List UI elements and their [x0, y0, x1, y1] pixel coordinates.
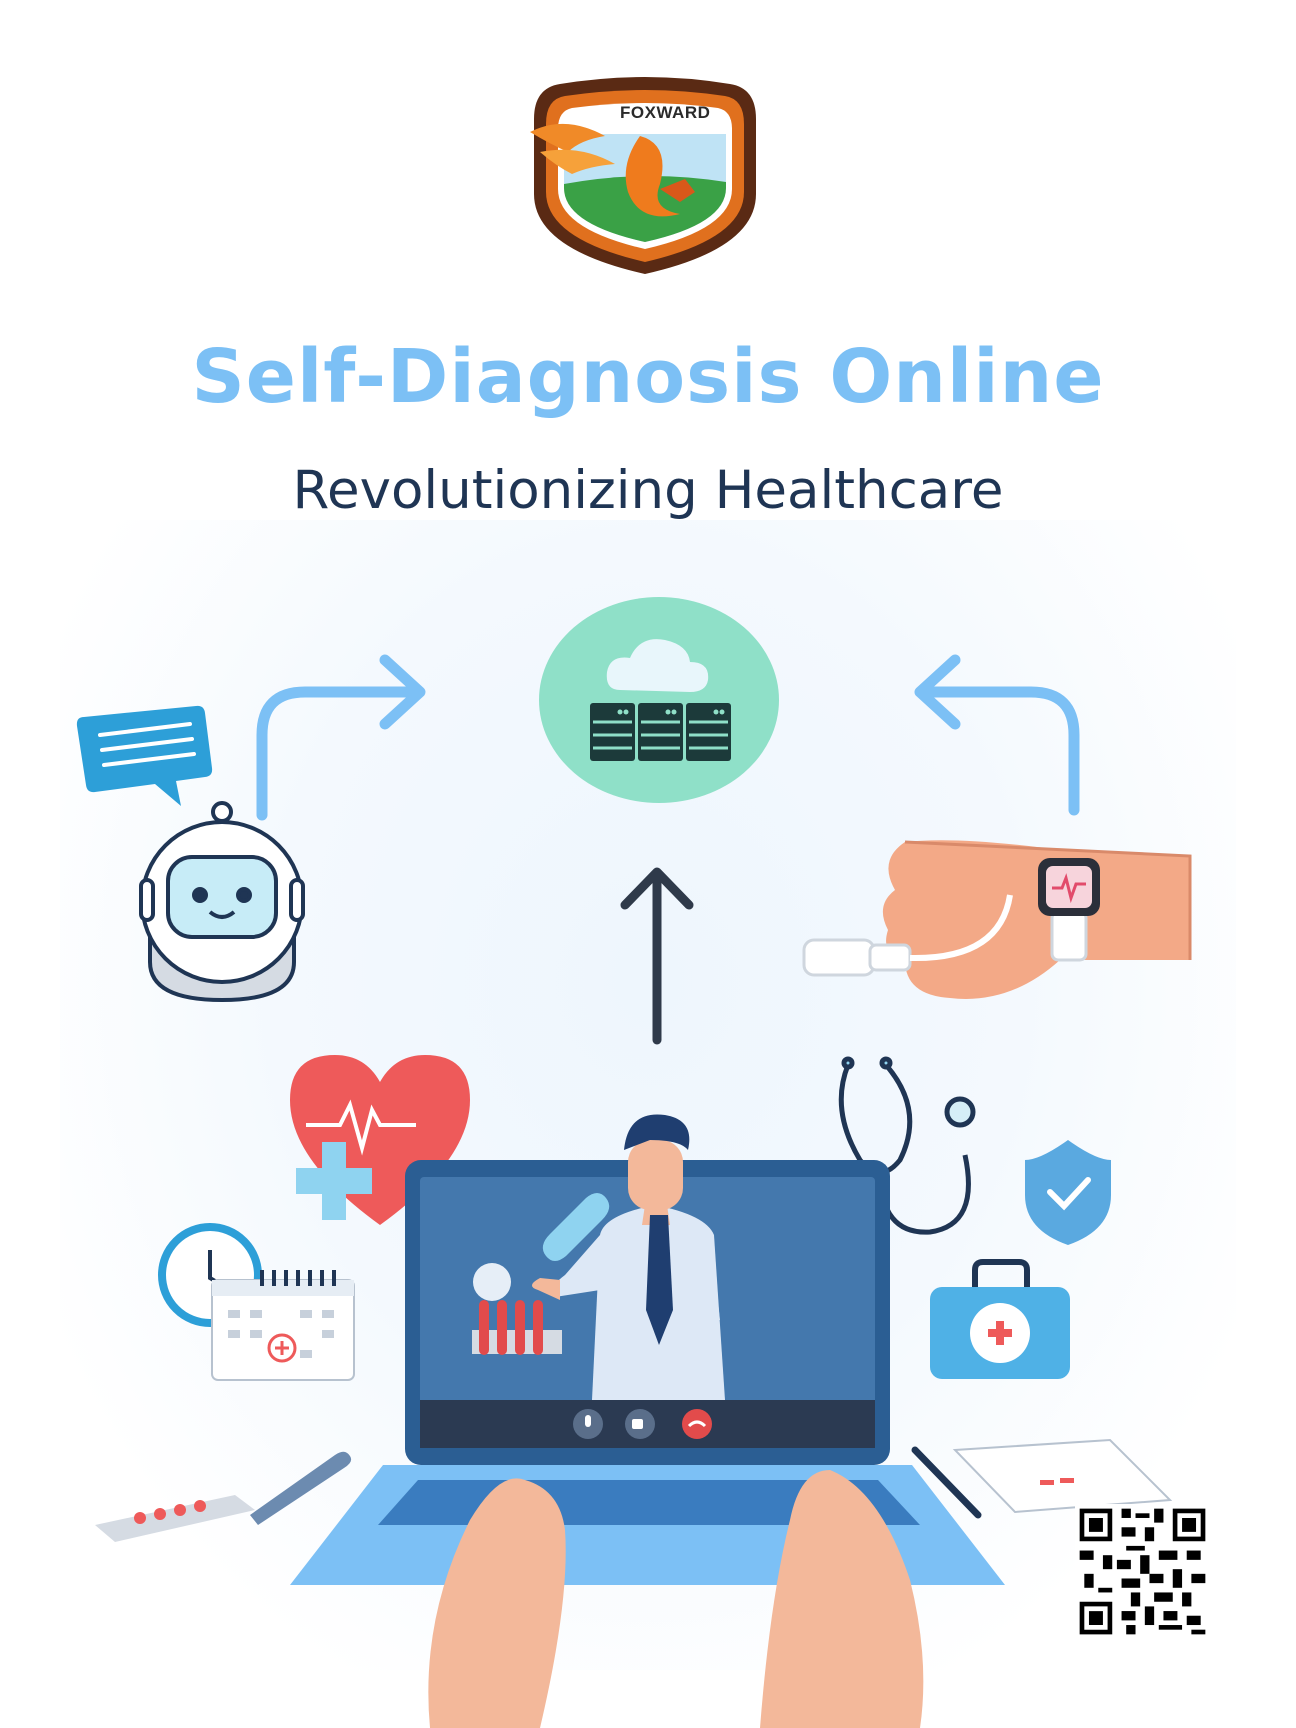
cloud-server-icon — [539, 597, 779, 803]
calendar-icon — [211, 1270, 355, 1381]
robot-icon — [139, 801, 305, 1003]
smartwatch-hand-icon — [802, 840, 1192, 999]
pill-blister-icon — [95, 1495, 255, 1542]
chat-bubble-icon — [76, 705, 213, 806]
left-flow-arrow — [256, 654, 426, 821]
phone-hangup-icon — [682, 1409, 712, 1439]
center-up-arrow — [620, 867, 694, 1045]
first-aid-kit-icon — [930, 1259, 1070, 1379]
thermometer-icon — [250, 1451, 352, 1525]
healthcare-illustration — [76, 597, 1192, 1728]
shield-check-icon — [1025, 1140, 1111, 1245]
right-flow-arrow — [914, 654, 1080, 816]
medical-clipboard-icon — [952, 1438, 1173, 1514]
qr-code-icon — [1075, 1504, 1210, 1639]
